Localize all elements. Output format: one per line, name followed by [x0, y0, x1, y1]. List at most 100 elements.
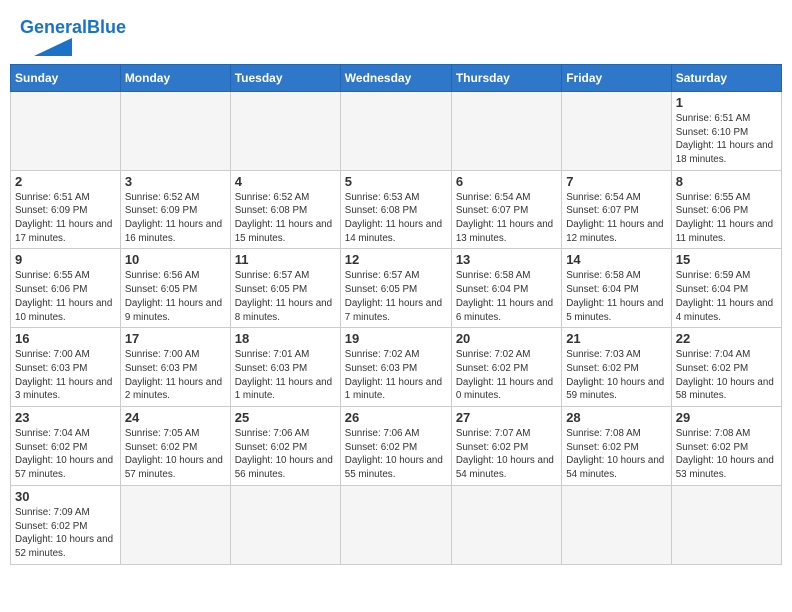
- day-info: Sunrise: 7:00 AMSunset: 6:03 PMDaylight:…: [15, 348, 116, 403]
- day-number: 11: [235, 252, 336, 267]
- day-info: Sunrise: 7:02 AMSunset: 6:03 PMDaylight:…: [345, 348, 447, 403]
- day-info: Sunrise: 6:54 AMSunset: 6:07 PMDaylight:…: [566, 191, 667, 246]
- calendar-cell: 6 Sunrise: 6:54 AMSunset: 6:07 PMDaylight…: [451, 170, 561, 249]
- day-number: 6: [456, 174, 557, 189]
- page-header: GeneralBlue: [10, 10, 782, 60]
- calendar-cell: 8Sunrise: 6:55 AMSunset: 6:06 PMDaylight…: [671, 170, 781, 249]
- calendar-cell: 15 Sunrise: 6:59 AMSunset: 6:04 PMDayligh…: [671, 249, 781, 328]
- calendar-cell: 3 Sunrise: 6:52 AMSunset: 6:09 PMDaylight…: [120, 170, 230, 249]
- day-info: Sunrise: 7:03 AMSunset: 6:02 PMDaylight:…: [566, 348, 667, 403]
- day-info: Sunrise: 6:53 AMSunset: 6:08 PMDaylight:…: [345, 191, 447, 246]
- logo-blue: Blue: [87, 17, 126, 37]
- calendar-cell: 12 Sunrise: 6:57 AMSunset: 6:05 PMDayligh…: [340, 249, 451, 328]
- calendar-cell: 26Sunrise: 7:06 AMSunset: 6:02 PMDayligh…: [340, 407, 451, 486]
- day-number: 16: [15, 331, 116, 346]
- col-header-wednesday: Wednesday: [340, 64, 451, 91]
- day-number: 27: [456, 410, 557, 425]
- col-header-monday: Monday: [120, 64, 230, 91]
- day-number: 30: [15, 489, 116, 504]
- calendar-cell: 14 Sunrise: 6:58 AMSunset: 6:04 PMDayligh…: [562, 249, 672, 328]
- day-number: 22: [676, 331, 777, 346]
- day-number: 29: [676, 410, 777, 425]
- day-info: Sunrise: 7:01 AMSunset: 6:03 PMDaylight:…: [235, 348, 336, 403]
- day-number: 12: [345, 252, 447, 267]
- calendar-cell: 21 Sunrise: 7:03 AMSunset: 6:02 PMDayligh…: [562, 328, 672, 407]
- day-info: Sunrise: 6:51 AMSunset: 6:10 PMDaylight:…: [676, 112, 777, 167]
- calendar-week-row: 2Sunrise: 6:51 AMSunset: 6:09 PMDaylight…: [11, 170, 782, 249]
- calendar-cell: 27Sunrise: 7:07 AMSunset: 6:02 PMDayligh…: [451, 407, 561, 486]
- calendar-cell: 28 Sunrise: 7:08 AMSunset: 6:02 PMDayligh…: [562, 407, 672, 486]
- day-info: Sunrise: 6:59 AMSunset: 6:04 PMDaylight:…: [676, 269, 777, 324]
- calendar-cell: [120, 485, 230, 564]
- day-number: 13: [456, 252, 557, 267]
- calendar-cell: [340, 91, 451, 170]
- day-info: Sunrise: 7:08 AMSunset: 6:02 PMDaylight:…: [566, 427, 667, 482]
- day-number: 9: [15, 252, 116, 267]
- day-number: 17: [125, 331, 226, 346]
- day-number: 14: [566, 252, 667, 267]
- calendar-cell: 23Sunrise: 7:04 AMSunset: 6:02 PMDayligh…: [11, 407, 121, 486]
- day-info: Sunrise: 6:58 AMSunset: 6:04 PMDaylight:…: [566, 269, 667, 324]
- calendar-cell: [562, 485, 672, 564]
- calendar-cell: 13Sunrise: 6:58 AMSunset: 6:04 PMDayligh…: [451, 249, 561, 328]
- day-number: 4: [235, 174, 336, 189]
- calendar-cell: [562, 91, 672, 170]
- col-header-friday: Friday: [562, 64, 672, 91]
- calendar-cell: 10Sunrise: 6:56 AMSunset: 6:05 PMDayligh…: [120, 249, 230, 328]
- calendar-cell: 9Sunrise: 6:55 AMSunset: 6:06 PMDaylight…: [11, 249, 121, 328]
- day-number: 5: [345, 174, 447, 189]
- calendar-cell: 24Sunrise: 7:05 AMSunset: 6:02 PMDayligh…: [120, 407, 230, 486]
- logo-text: GeneralBlue: [20, 18, 126, 38]
- calendar-cell: 25 Sunrise: 7:06 AMSunset: 6:02 PMDayligh…: [230, 407, 340, 486]
- calendar-cell: 22Sunrise: 7:04 AMSunset: 6:02 PMDayligh…: [671, 328, 781, 407]
- day-info: Sunrise: 6:57 AMSunset: 6:05 PMDaylight:…: [345, 269, 447, 324]
- day-info: Sunrise: 7:06 AMSunset: 6:02 PMDaylight:…: [345, 427, 447, 482]
- day-number: 21: [566, 331, 667, 346]
- calendar-week-row: 16 Sunrise: 7:00 AMSunset: 6:03 PMDayligh…: [11, 328, 782, 407]
- calendar-cell: 30Sunrise: 7:09 AMSunset: 6:02 PMDayligh…: [11, 485, 121, 564]
- day-info: Sunrise: 7:08 AMSunset: 6:02 PMDaylight:…: [676, 427, 777, 482]
- calendar-cell: 29 Sunrise: 7:08 AMSunset: 6:02 PMDayligh…: [671, 407, 781, 486]
- day-number: 28: [566, 410, 667, 425]
- col-header-thursday: Thursday: [451, 64, 561, 91]
- day-number: 19: [345, 331, 447, 346]
- calendar-cell: 18 Sunrise: 7:01 AMSunset: 6:03 PMDayligh…: [230, 328, 340, 407]
- calendar-cell: 4 Sunrise: 6:52 AMSunset: 6:08 PMDaylight…: [230, 170, 340, 249]
- day-number: 15: [676, 252, 777, 267]
- calendar-cell: 5 Sunrise: 6:53 AMSunset: 6:08 PMDaylight…: [340, 170, 451, 249]
- day-info: Sunrise: 6:51 AMSunset: 6:09 PMDaylight:…: [15, 191, 116, 246]
- day-number: 18: [235, 331, 336, 346]
- calendar-cell: 16 Sunrise: 7:00 AMSunset: 6:03 PMDayligh…: [11, 328, 121, 407]
- day-info: Sunrise: 6:54 AMSunset: 6:07 PMDaylight:…: [456, 191, 557, 246]
- calendar-cell: [451, 485, 561, 564]
- calendar-week-row: 1 Sunrise: 6:51 AMSunset: 6:10 PMDaylight…: [11, 91, 782, 170]
- day-info: Sunrise: 6:56 AMSunset: 6:05 PMDaylight:…: [125, 269, 226, 324]
- day-number: 1: [676, 95, 777, 110]
- calendar-cell: [340, 485, 451, 564]
- calendar-cell: [451, 91, 561, 170]
- calendar-cell: 2Sunrise: 6:51 AMSunset: 6:09 PMDaylight…: [11, 170, 121, 249]
- calendar-cell: 20Sunrise: 7:02 AMSunset: 6:02 PMDayligh…: [451, 328, 561, 407]
- day-info: Sunrise: 6:52 AMSunset: 6:08 PMDaylight:…: [235, 191, 336, 246]
- day-info: Sunrise: 7:00 AMSunset: 6:03 PMDaylight:…: [125, 348, 226, 403]
- day-info: Sunrise: 7:02 AMSunset: 6:02 PMDaylight:…: [456, 348, 557, 403]
- day-info: Sunrise: 7:06 AMSunset: 6:02 PMDaylight:…: [235, 427, 336, 482]
- day-number: 3: [125, 174, 226, 189]
- day-info: Sunrise: 6:52 AMSunset: 6:09 PMDaylight:…: [125, 191, 226, 246]
- col-header-tuesday: Tuesday: [230, 64, 340, 91]
- calendar-cell: 11Sunrise: 6:57 AMSunset: 6:05 PMDayligh…: [230, 249, 340, 328]
- col-header-saturday: Saturday: [671, 64, 781, 91]
- calendar-cell: [671, 485, 781, 564]
- day-number: 23: [15, 410, 116, 425]
- calendar-week-row: 9Sunrise: 6:55 AMSunset: 6:06 PMDaylight…: [11, 249, 782, 328]
- day-number: 7: [566, 174, 667, 189]
- calendar-cell: [230, 91, 340, 170]
- calendar-cell: [11, 91, 121, 170]
- calendar-cell: 7 Sunrise: 6:54 AMSunset: 6:07 PMDaylight…: [562, 170, 672, 249]
- day-number: 24: [125, 410, 226, 425]
- day-number: 25: [235, 410, 336, 425]
- calendar-week-row: 23Sunrise: 7:04 AMSunset: 6:02 PMDayligh…: [11, 407, 782, 486]
- calendar-week-row: 30Sunrise: 7:09 AMSunset: 6:02 PMDayligh…: [11, 485, 782, 564]
- calendar-cell: [120, 91, 230, 170]
- calendar-cell: 19 Sunrise: 7:02 AMSunset: 6:03 PMDayligh…: [340, 328, 451, 407]
